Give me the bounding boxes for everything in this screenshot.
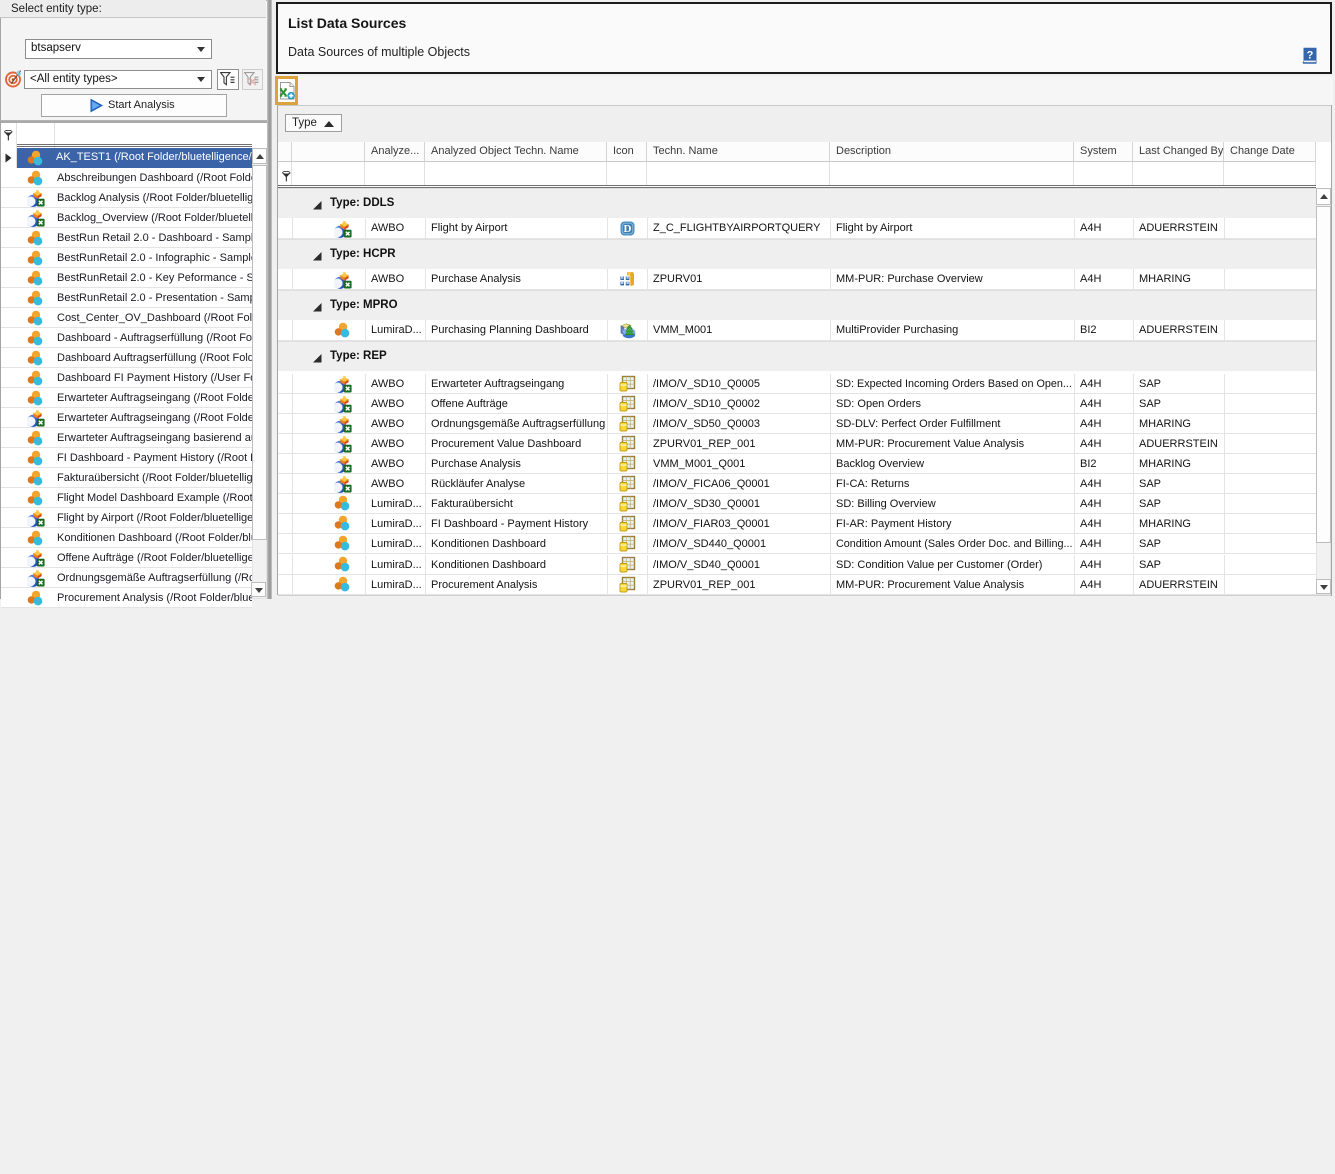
svg-text:?: ? xyxy=(1307,50,1314,62)
svg-text:D: D xyxy=(624,223,632,235)
